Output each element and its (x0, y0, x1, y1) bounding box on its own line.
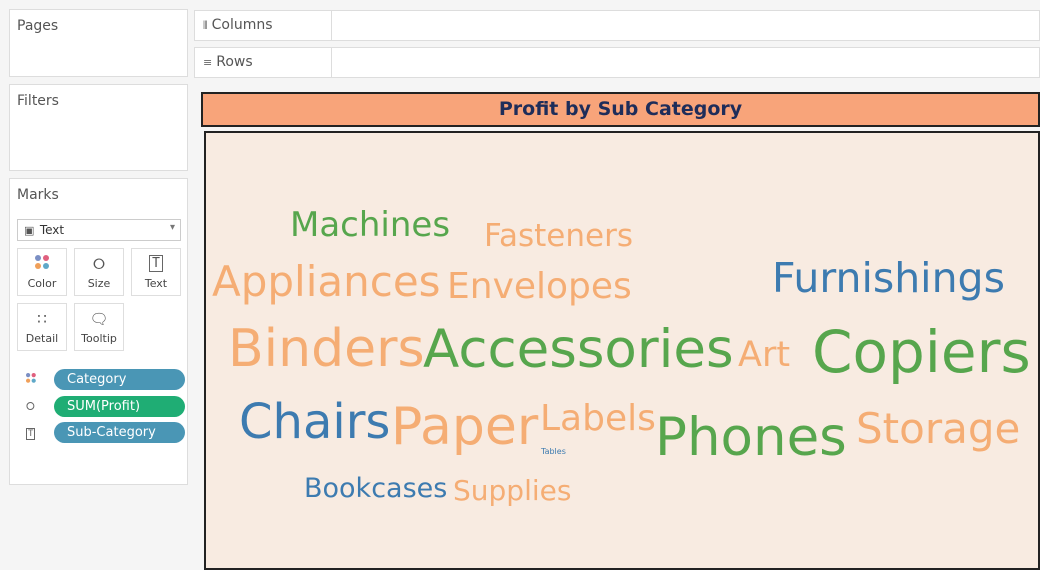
size-icon: ⭘ (26, 400, 35, 413)
word-chairs[interactable]: Chairs (239, 398, 390, 446)
rows-icon: ≡ (203, 56, 213, 69)
text-icon: T (26, 428, 36, 440)
sum-profit-pill[interactable]: SUM(Profit) (54, 396, 185, 417)
columns-shelf[interactable] (332, 10, 1040, 41)
word-copiers[interactable]: Copiers (812, 323, 1031, 381)
columns-shelf-label: ⫴ Columns (194, 10, 332, 41)
color-button-label: Color (27, 277, 57, 290)
word-machines[interactable]: Machines (290, 208, 450, 242)
text-button-label: Text (144, 277, 168, 290)
detail-icon: ∷ (37, 310, 47, 328)
mark-type-dropdown[interactable]: ▣ Text ▾ (17, 219, 181, 241)
sub-category-pill[interactable]: Sub-Category (54, 422, 185, 443)
mark-type-label: Text (39, 223, 65, 237)
viz-title: Profit by Sub Category (201, 92, 1040, 127)
marks-card: Marks ▣ Text ▾ Color ⭘ Size T Text ∷ Det… (9, 178, 188, 485)
word-supplies[interactable]: Supplies (453, 477, 571, 505)
color-dots-icon (26, 373, 40, 390)
word-accessories[interactable]: Accessories (423, 323, 734, 376)
rows-shelf-label: ≡ Rows (194, 47, 332, 78)
filters-title: Filters (17, 93, 59, 109)
color-button[interactable]: Color (17, 248, 67, 296)
pages-card[interactable]: Pages (9, 9, 188, 77)
word-binders[interactable]: Binders (228, 323, 425, 375)
columns-icon: ⫴ (203, 19, 208, 32)
text-icon: T (132, 255, 180, 273)
word-envelopes[interactable]: Envelopes (447, 269, 632, 305)
word-labels[interactable]: Labels (540, 401, 656, 437)
size-button[interactable]: ⭘ Size (74, 248, 124, 296)
word-tables[interactable]: Tables (541, 448, 566, 456)
size-icon: ⭘ (92, 255, 105, 273)
text-button[interactable]: T Text (131, 248, 181, 296)
word-storage[interactable]: Storage (856, 408, 1020, 450)
sub-category-pill-row[interactable]: T Sub-Category (24, 422, 186, 444)
word-furnishings[interactable]: Furnishings (772, 258, 1005, 299)
word-art[interactable]: Art (738, 338, 790, 373)
category-pill[interactable]: Category (54, 369, 185, 390)
marks-title: Marks (17, 187, 59, 203)
rows-shelf[interactable] (332, 47, 1040, 78)
word-phones[interactable]: Phones (655, 411, 847, 464)
detail-button[interactable]: ∷ Detail (17, 303, 67, 351)
detail-button-label: Detail (25, 332, 59, 345)
size-button-label: Size (87, 277, 111, 290)
columns-label: Columns (211, 17, 273, 33)
tooltip-button[interactable]: 🗨 Tooltip (74, 303, 124, 351)
filters-card[interactable]: Filters (9, 84, 188, 171)
text-mark-icon: ▣ (24, 224, 35, 237)
color-dots-icon (18, 255, 66, 273)
tooltip-button-label: Tooltip (81, 332, 117, 345)
chevron-down-icon: ▾ (169, 222, 175, 233)
word-appliances[interactable]: Appliances (212, 261, 441, 303)
category-pill-row[interactable]: Category (24, 369, 186, 391)
tooltip-icon: 🗨 (89, 310, 109, 328)
word-bookcases[interactable]: Bookcases (304, 475, 447, 502)
word-cloud-canvas[interactable]: Machines Fasteners Appliances Envelopes … (204, 131, 1040, 570)
word-fasteners[interactable]: Fasteners (484, 221, 633, 252)
pages-title: Pages (17, 18, 59, 34)
profit-pill-row[interactable]: ⭘ SUM(Profit) (24, 396, 186, 418)
rows-label: Rows (216, 54, 253, 70)
word-paper[interactable]: Paper (391, 401, 538, 453)
